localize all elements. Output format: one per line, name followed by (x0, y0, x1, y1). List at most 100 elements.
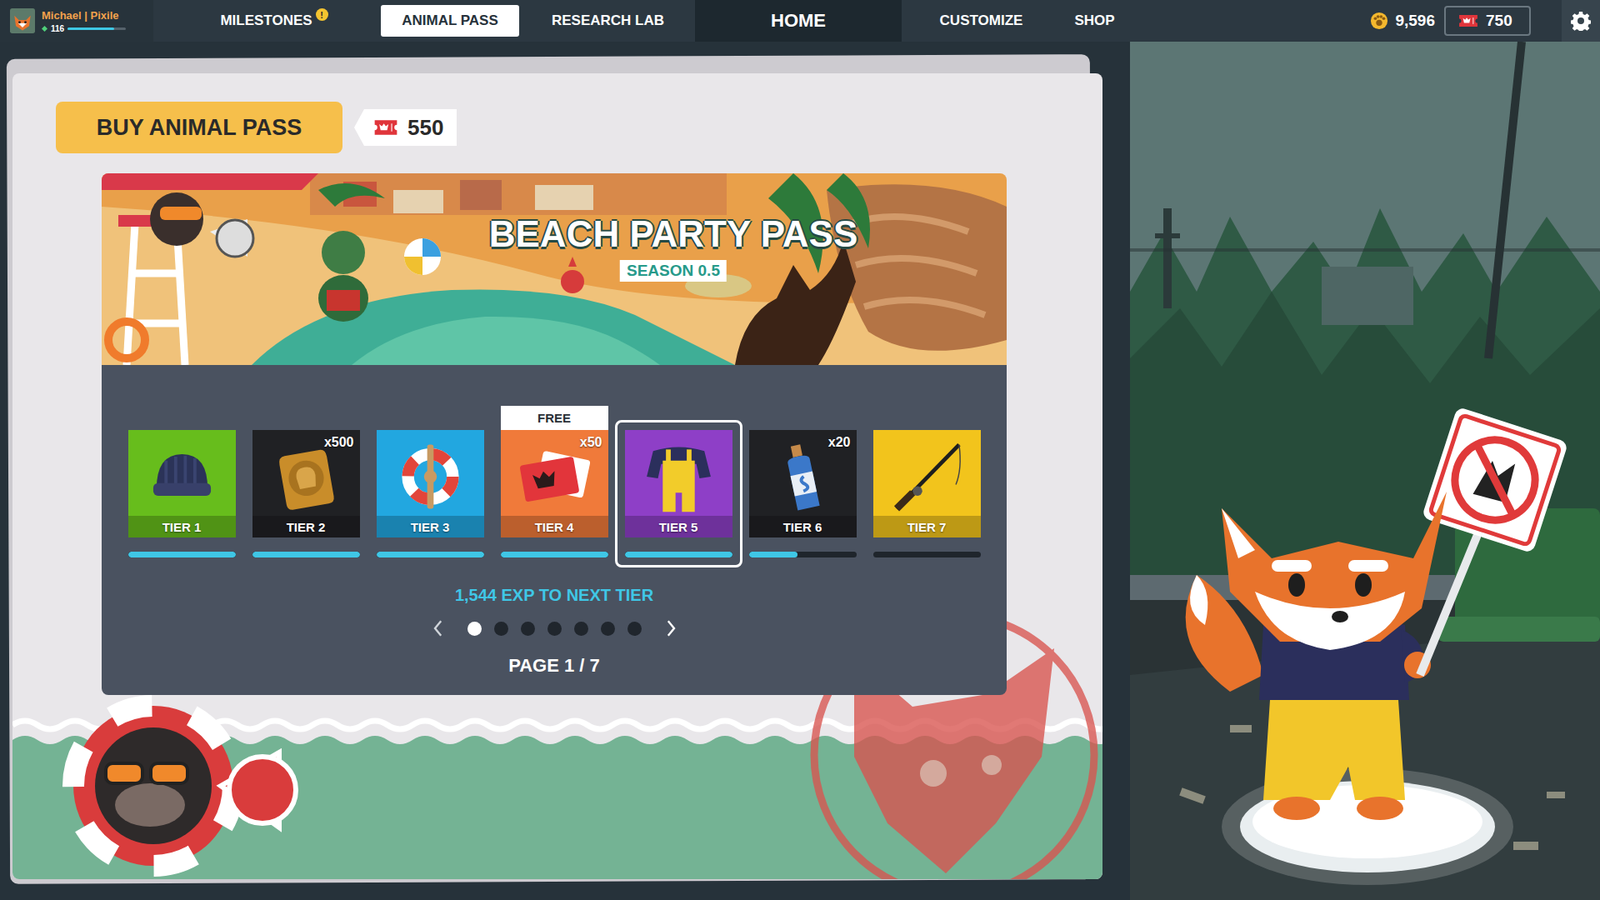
tab-label: ANIMAL PASS (401, 12, 499, 29)
tier-item[interactable]: TIER 7 (873, 430, 981, 558)
tier-progress (625, 551, 733, 558)
xp-fill (67, 27, 115, 30)
tier-item[interactable]: x20 TIER 6 (749, 430, 857, 558)
reward-card[interactable]: x50 TIER 4 (500, 430, 609, 538)
notification-badge: ! (315, 8, 329, 21)
chevron-right-icon[interactable] (664, 618, 678, 639)
tier-column: TIER 3 (376, 403, 485, 558)
tab-label: MILESTONES (220, 12, 312, 29)
page-dot[interactable] (627, 621, 642, 636)
tier-row: TIER 1 x500 TIER 2 TIER 3 FREE x50 TIER 4 TIER … (128, 403, 981, 558)
nav-tab[interactable]: MILESTONES! (153, 0, 380, 42)
tier-column: TIER 1 (128, 403, 236, 558)
reward-count: x50 (580, 435, 603, 450)
tag-slot: FREE (500, 403, 609, 430)
ticket-icon (1457, 13, 1480, 29)
paw-coin-icon (1370, 11, 1389, 30)
tier-label-strip: TIER 3 (376, 515, 485, 538)
settings-button[interactable] (1561, 0, 1600, 42)
tier-label-strip: TIER 5 (625, 515, 733, 538)
tier-column: TIER 5 (625, 403, 733, 558)
tier-label-strip: TIER 4 (500, 515, 609, 538)
reward-card[interactable]: TIER 1 (128, 430, 236, 538)
page-label: PAGE 1 / 7 (508, 655, 600, 677)
page-dot[interactable] (467, 621, 482, 636)
tier-column: x20 TIER 6 (749, 403, 857, 558)
tier-item[interactable]: TIER 1 (128, 430, 236, 558)
tier-progress-fill (625, 551, 733, 558)
pass-area: BUY ANIMAL PASS550BEACH PARTY PASSSEASON… (0, 41, 1130, 900)
reward-card[interactable]: TIER 5 (625, 430, 733, 538)
tier-progress-fill (500, 551, 609, 558)
ticket-balance[interactable]: 750 (1444, 5, 1531, 36)
gear-icon (1570, 10, 1591, 31)
tab-label: HOME (770, 10, 826, 31)
nav-tab[interactable]: RESEARCH LAB (520, 0, 695, 42)
reward-card[interactable]: x500 TIER 2 (252, 430, 360, 538)
free-tag: FREE (500, 405, 609, 430)
tab-label: CUSTOMIZE (940, 12, 1024, 29)
tier-progress-fill (252, 551, 360, 558)
buy-pass-button[interactable]: BUY ANIMAL PASS (55, 101, 343, 154)
page-dot[interactable] (520, 621, 535, 636)
reward-card[interactable]: x20 TIER 6 (749, 430, 857, 538)
tab-inner: CUSTOMIZE (903, 5, 1060, 37)
tag-slot (128, 403, 236, 430)
tier-progress (500, 551, 609, 558)
profile[interactable]: Michael | Pixile116 (0, 0, 154, 42)
pager (431, 618, 678, 639)
tier-progress (873, 551, 981, 558)
tier-progress-fill (376, 551, 485, 558)
xp-bar (67, 27, 126, 30)
beach-banner-illustration (101, 173, 1007, 365)
tier-item[interactable]: TIER 5 (625, 430, 733, 558)
banner-title: BEACH PARTY PASSSEASON 0.5 (489, 213, 859, 282)
tier-progress (376, 551, 485, 558)
season-banner: BEACH PARTY PASSSEASON 0.5 (101, 173, 1007, 365)
chevron-left-icon[interactable] (431, 618, 445, 639)
tier-label-strip: TIER 2 (252, 515, 360, 538)
tier-item[interactable]: x500 TIER 2 (252, 430, 360, 558)
tier-label: TIER 5 (659, 520, 699, 535)
tier-label-strip: TIER 6 (749, 515, 857, 538)
tier-progress-fill (749, 551, 798, 558)
tag-slot (749, 403, 857, 430)
tier-item[interactable]: TIER 3 (376, 430, 485, 558)
pass-title: BEACH PARTY PASS (489, 213, 859, 255)
page-dot[interactable] (600, 621, 615, 636)
nav-tab[interactable]: SHOP (1060, 0, 1129, 42)
coin-count: 9,596 (1395, 11, 1435, 30)
tier-panel: TIER 1 x500 TIER 2 TIER 3 FREE x50 TIER 4 TIER … (101, 365, 1007, 695)
reward-card[interactable]: TIER 3 (376, 430, 485, 538)
tab-label: RESEARCH LAB (551, 12, 665, 29)
tier-item[interactable]: x50 TIER 4 (500, 430, 609, 558)
page-dot[interactable] (547, 621, 562, 636)
rod-icon (885, 436, 970, 517)
tab-inner: MILESTONES! (155, 5, 378, 37)
fox-character-scene (1130, 41, 1600, 900)
main-area: BUY ANIMAL PASS550BEACH PARTY PASSSEASON… (0, 41, 1600, 900)
tier-label-strip: TIER 1 (128, 515, 236, 538)
player-name: Michael | Pixile (41, 9, 126, 22)
reward-count: x500 (324, 435, 355, 450)
reward-count: x20 (828, 435, 851, 450)
nav-tab[interactable]: HOME (695, 0, 902, 42)
page-dot[interactable] (494, 621, 509, 636)
tier-label: TIER 3 (410, 520, 450, 535)
beanie-icon (140, 436, 225, 517)
page-dot[interactable] (574, 621, 589, 636)
currency-bar: 9,596 750 (1128, 0, 1600, 42)
reward-card[interactable]: TIER 7 (873, 430, 981, 538)
tab-label-wrap: MILESTONES! (220, 12, 312, 30)
nav-tab[interactable]: ANIMAL PASS (379, 0, 521, 42)
tab-inner: SHOP (1062, 5, 1127, 37)
ticket-count: 750 (1485, 11, 1513, 30)
nav-tab[interactable]: CUSTOMIZE (901, 0, 1061, 42)
tab-label-wrap: HOME (770, 10, 826, 32)
tab-inner: RESEARCH LAB (522, 5, 694, 37)
tag-slot (873, 403, 981, 430)
tier-progress (128, 551, 236, 558)
exp-to-next: 1,544 EXP TO NEXT TIER (455, 585, 654, 605)
top-bar: Michael | Pixile116 MILESTONES! ANIMAL PAS… (0, 0, 1600, 42)
selection-outline (615, 420, 743, 568)
